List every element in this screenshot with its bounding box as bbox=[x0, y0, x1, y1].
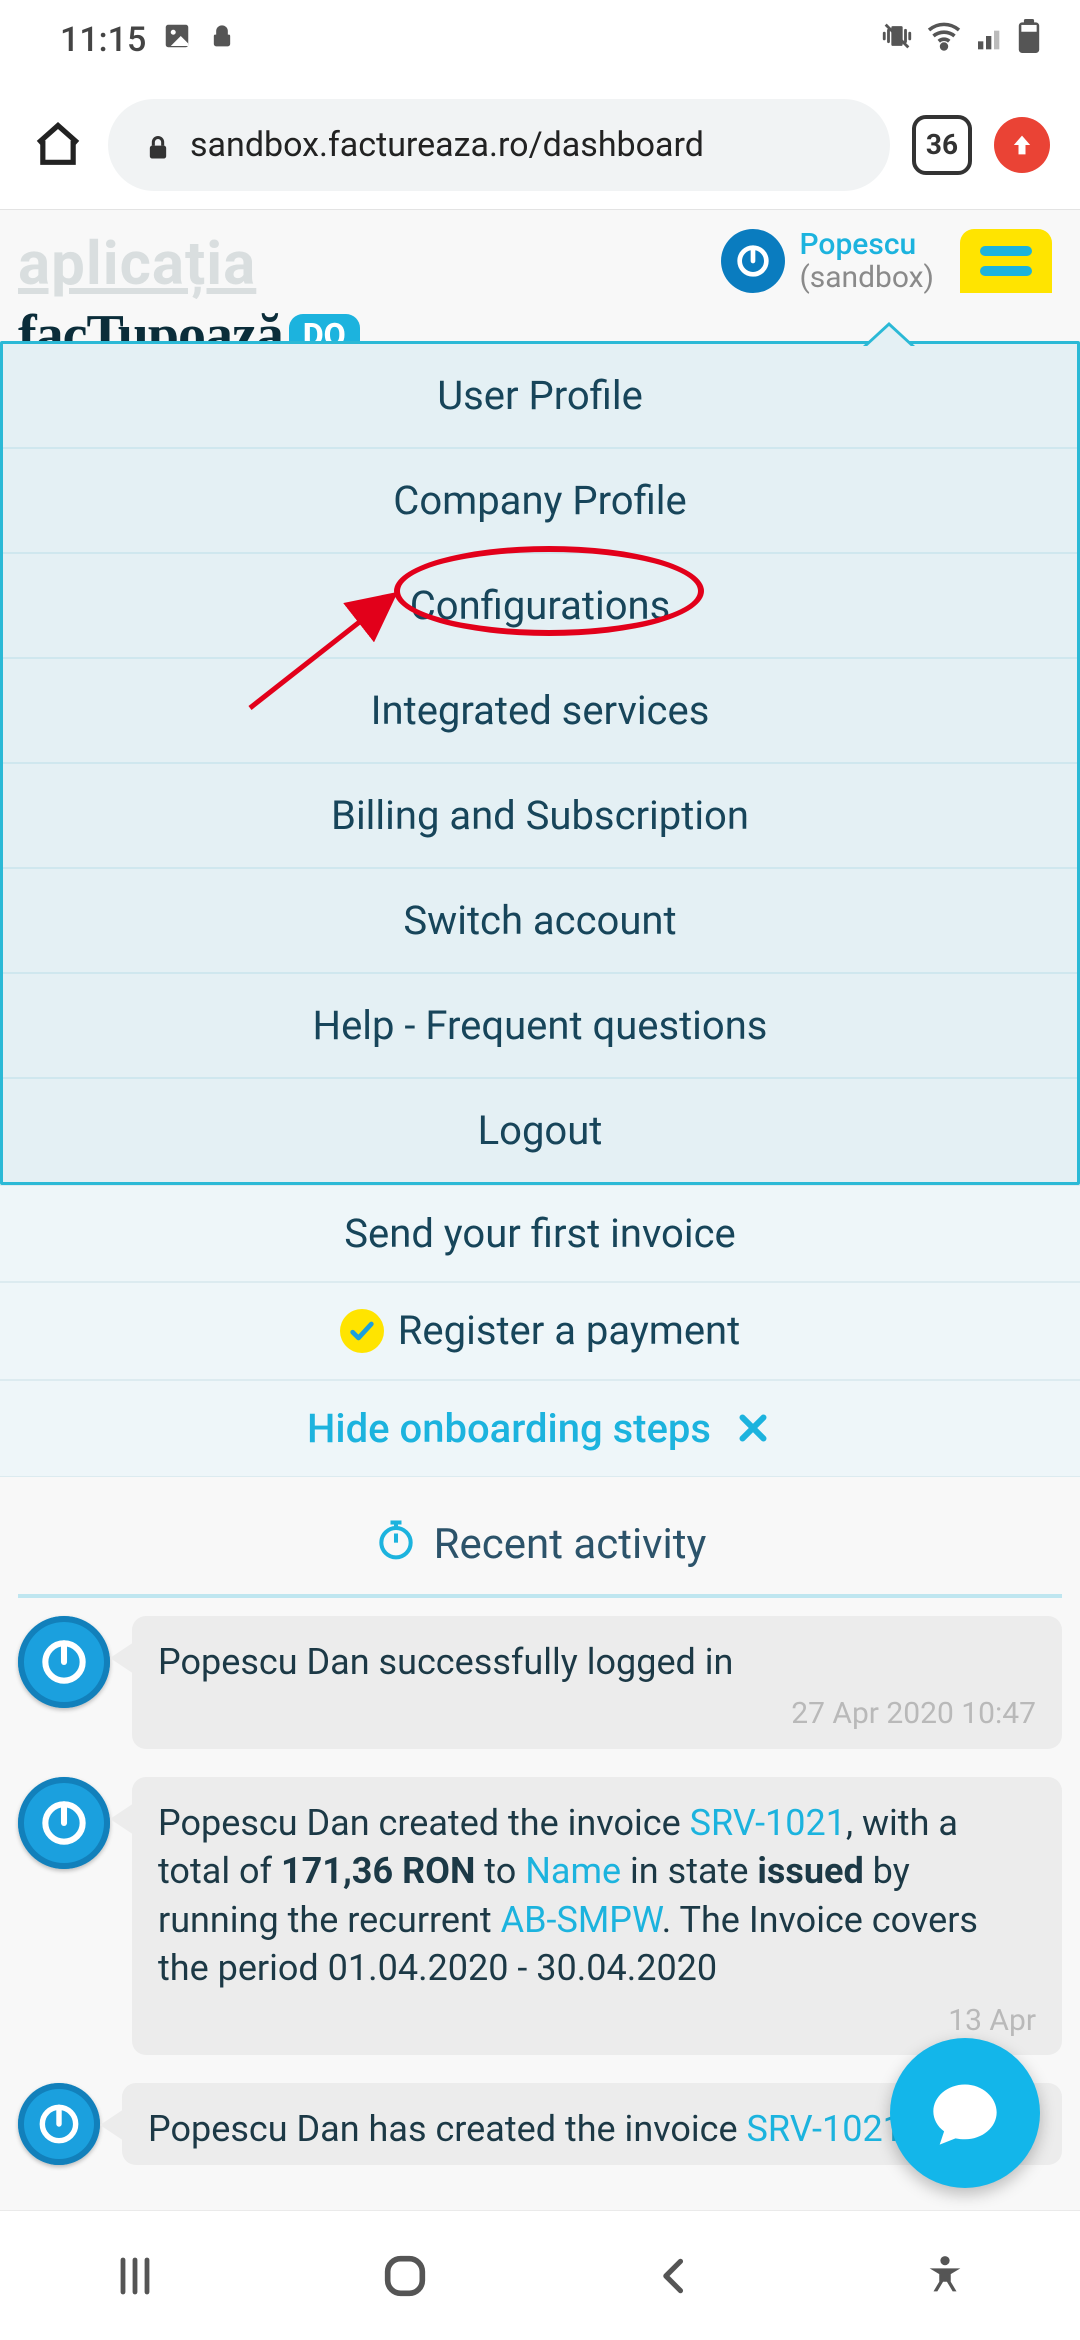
menu-item-help[interactable]: Help - Frequent questions bbox=[3, 974, 1077, 1079]
url-text: sandbox.factureaza.ro/dashboard bbox=[190, 125, 704, 165]
activity-text: Popescu Dan successfully logged in bbox=[158, 1641, 733, 1683]
avatar-icon bbox=[18, 1777, 110, 1869]
nav-home-button[interactable] bbox=[375, 2246, 435, 2306]
nav-back-button[interactable] bbox=[645, 2246, 705, 2306]
activity-timestamp: 13 Apr bbox=[158, 2001, 1036, 2042]
client-link[interactable]: Name bbox=[525, 1850, 621, 1892]
browser-toolbar: sandbox.factureaza.ro/dashboard 36 bbox=[0, 80, 1080, 210]
download-notification-icon bbox=[208, 20, 236, 60]
status-right-icons bbox=[880, 18, 1040, 63]
menu-item-integrated-services[interactable]: Integrated services bbox=[3, 659, 1077, 764]
chat-fab-button[interactable] bbox=[890, 2038, 1040, 2188]
menu-item-company-profile[interactable]: Company Profile bbox=[3, 449, 1077, 554]
menu-item-switch-account[interactable]: Switch account bbox=[3, 869, 1077, 974]
activity-item: Popescu Dan created the invoice SRV-1021… bbox=[18, 1777, 1062, 2056]
activity-text: Popescu Dan created the invoice SRV-1021… bbox=[158, 1802, 978, 1990]
power-icon bbox=[721, 229, 785, 293]
avatar-icon bbox=[18, 2083, 100, 2165]
recurrent-link[interactable]: AB-SMPW bbox=[501, 1899, 662, 1941]
activity-bubble: Popescu Dan created the invoice SRV-1021… bbox=[132, 1777, 1062, 2056]
brand-line1: aplicația bbox=[18, 228, 360, 299]
vibrate-icon bbox=[880, 19, 914, 62]
onboarding-first-invoice[interactable]: Send your first invoice bbox=[0, 1185, 1080, 1282]
hamburger-menu-button[interactable] bbox=[960, 229, 1052, 293]
activity-bubble: Popescu Dan successfully logged in 27 Ap… bbox=[132, 1616, 1062, 1749]
wifi-icon bbox=[926, 18, 962, 63]
tab-switcher-button[interactable]: 36 bbox=[912, 115, 972, 175]
android-status-bar: 11:15 bbox=[0, 0, 1080, 80]
menu-item-logout[interactable]: Logout bbox=[3, 1079, 1077, 1182]
nav-accessibility-button[interactable] bbox=[915, 2246, 975, 2306]
menu-item-configurations[interactable]: Configurations bbox=[3, 554, 1077, 659]
user-dropdown-menu: User Profile Company Profile Configurati… bbox=[0, 341, 1080, 1185]
browser-update-button[interactable] bbox=[994, 117, 1050, 173]
page-content: aplicația facTupoază DO Popescu (sandbox… bbox=[0, 210, 1080, 2210]
activity-item: Popescu Dan successfully logged in 27 Ap… bbox=[18, 1616, 1062, 1749]
onboarding-hide-steps[interactable]: Hide onboarding steps bbox=[0, 1380, 1080, 1477]
android-nav-bar bbox=[0, 2210, 1080, 2340]
battery-icon bbox=[1018, 19, 1040, 62]
avatar-icon bbox=[18, 1616, 110, 1708]
nav-recents-button[interactable] bbox=[105, 2246, 165, 2306]
recent-activity-heading: Recent activity bbox=[0, 1477, 1080, 1594]
lock-icon bbox=[144, 131, 172, 159]
close-icon bbox=[733, 1408, 773, 1448]
onboarding-register-payment[interactable]: Register a payment bbox=[0, 1282, 1080, 1380]
user-label: Popescu (sandbox) bbox=[799, 228, 934, 294]
stopwatch-icon bbox=[374, 1517, 418, 1572]
url-bar[interactable]: sandbox.factureaza.ro/dashboard bbox=[108, 99, 890, 191]
header-user-area[interactable]: Popescu (sandbox) bbox=[721, 228, 1052, 294]
signal-icon bbox=[974, 20, 1006, 61]
activity-timestamp: 27 Apr 2020 10:47 bbox=[158, 1694, 1036, 1735]
invoice-link[interactable]: SRV-1021 bbox=[747, 2108, 903, 2150]
menu-item-billing[interactable]: Billing and Subscription bbox=[3, 764, 1077, 869]
menu-item-user-profile[interactable]: User Profile bbox=[3, 344, 1077, 449]
status-time: 11:15 bbox=[60, 20, 146, 60]
photo-notification-icon bbox=[162, 20, 192, 60]
browser-home-button[interactable] bbox=[30, 117, 86, 173]
check-icon bbox=[340, 1309, 384, 1353]
invoice-link[interactable]: SRV-1021 bbox=[690, 1802, 846, 1844]
